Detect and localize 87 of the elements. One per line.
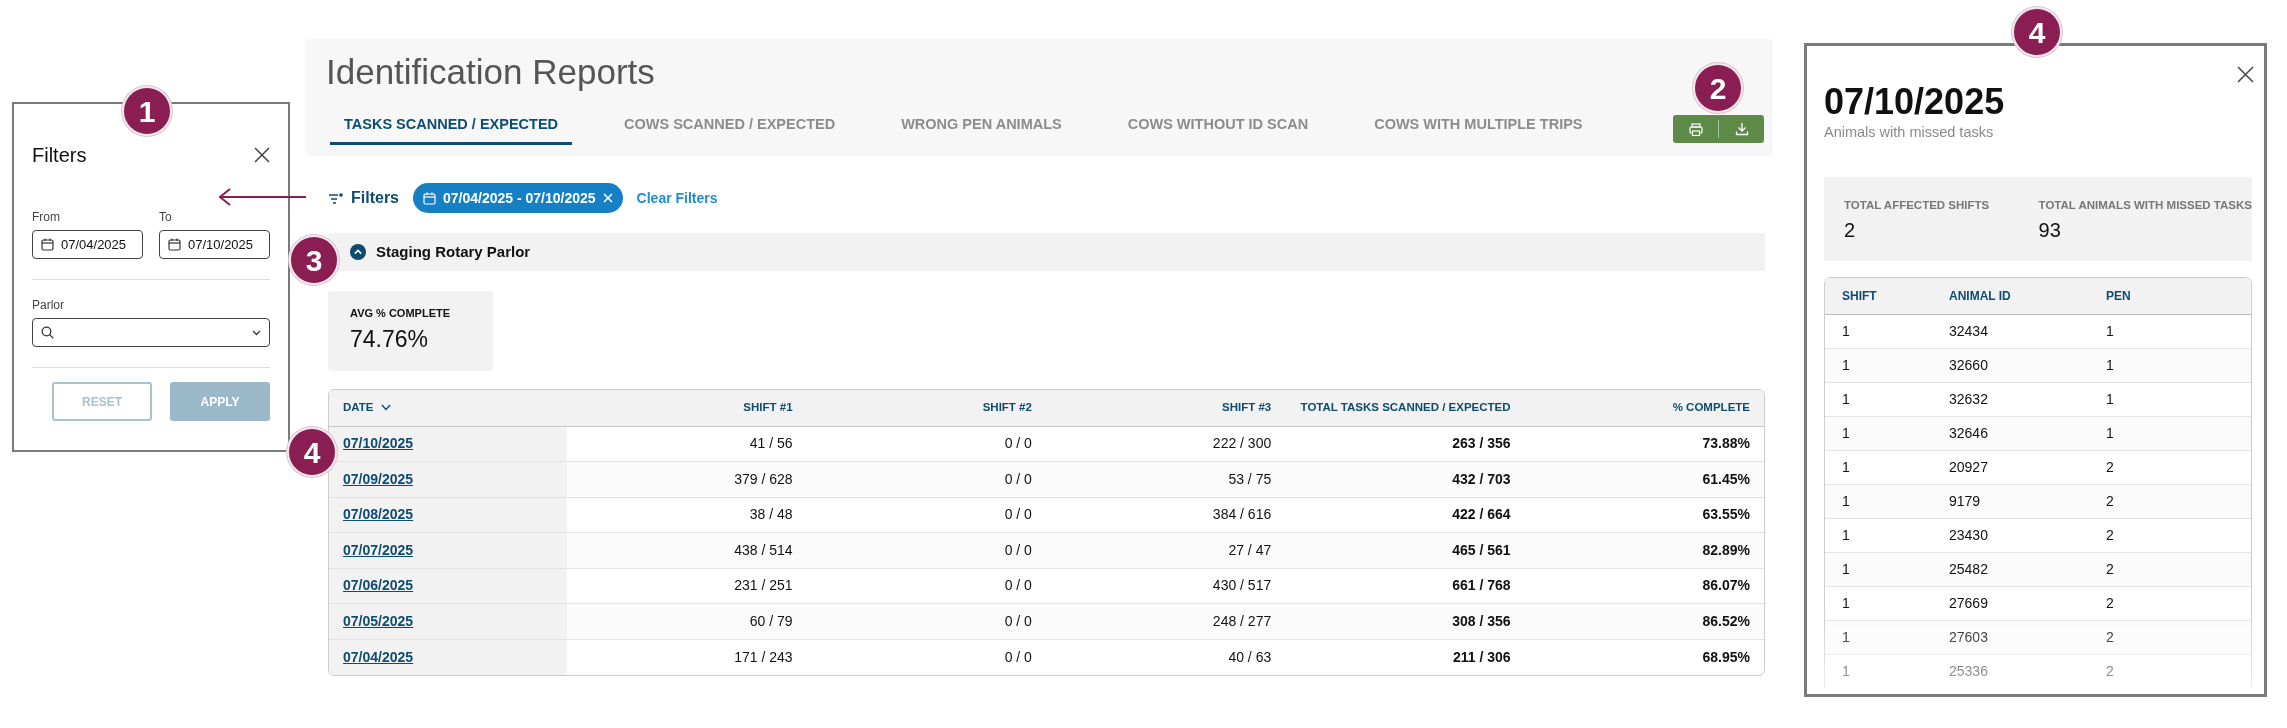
table-cell: 379 / 628 — [567, 461, 807, 497]
table-cell: 308 / 356 — [1285, 603, 1525, 639]
table-cell: 1 — [1825, 416, 1932, 451]
stat-value: 93 — [2038, 217, 2062, 243]
table-cell: 60 / 79 — [567, 603, 807, 639]
calendar-icon — [41, 238, 54, 251]
panel-title: Filters — [32, 143, 87, 168]
callout-badge: 3 — [289, 235, 339, 285]
remove-icon[interactable] — [602, 193, 613, 203]
callout-badge: 4 — [2012, 7, 2062, 57]
callout-badge: 1 — [122, 86, 172, 136]
table-cell: 432 / 703 — [1285, 461, 1525, 497]
close-icon — [2237, 66, 2254, 83]
download-icon — [1734, 122, 1749, 136]
column-header: SHIFT — [1825, 278, 1932, 315]
field-label: Parlor — [32, 297, 65, 314]
date-field[interactable]: 07/04/2025 — [32, 230, 143, 259]
table-cell: 1 — [2089, 416, 2251, 451]
stat-label: TOTAL AFFECTED SHIFTS — [1844, 198, 1991, 214]
filters-button[interactable]: Filters — [328, 186, 399, 210]
panel-title: 07/10/2025 — [1824, 82, 2006, 122]
table-cell: 1 — [1825, 552, 1932, 587]
column-header[interactable]: DATE — [329, 390, 568, 426]
table-cell: 61.45% — [1524, 461, 1764, 497]
table-cell: 211 / 306 — [1285, 639, 1525, 675]
filter-icon — [328, 192, 343, 204]
export-button-group[interactable] — [1673, 115, 1764, 143]
table-cell: 1 — [2089, 348, 2251, 383]
field-label: From — [32, 209, 61, 226]
page-title: Identification Reports — [326, 53, 655, 92]
date-link[interactable]: 07/04/2025 — [343, 648, 414, 665]
table-cell: 438 / 514 — [567, 532, 807, 568]
calendar-icon — [168, 238, 181, 251]
table-cell: 171 / 243 — [567, 639, 807, 675]
search-icon — [41, 326, 54, 339]
callout-badge: 4 — [287, 427, 337, 477]
table-cell: 0 / 0 — [806, 603, 1046, 639]
clear-filters-link[interactable]: Clear Filters — [636, 187, 718, 209]
date-link[interactable]: 07/05/2025 — [343, 612, 414, 629]
column-header: SHIFT #1 — [567, 390, 807, 426]
table-cell: 1 — [1825, 484, 1932, 519]
date-link[interactable]: 07/07/2025 — [343, 541, 414, 558]
table-cell: 248 / 277 — [1045, 603, 1286, 639]
table-cell: 1 — [1825, 348, 1932, 383]
field-label: To — [159, 209, 173, 226]
stat-value: 74.76% — [350, 324, 429, 354]
column-header: TOTAL TASKS SCANNED / EXPECTED — [1285, 390, 1525, 426]
table-cell: 0 / 0 — [806, 461, 1046, 497]
table-cell: 32646 — [1932, 416, 2089, 451]
caret-icon — [252, 329, 261, 336]
table-cell: 465 / 561 — [1285, 532, 1525, 568]
table-cell: 25482 — [1932, 552, 2089, 587]
table-cell: 0 / 0 — [806, 532, 1046, 568]
stat-label: TOTAL ANIMALS WITH MISSED TASKS — [2038, 198, 2252, 214]
stat-label: AVG % COMPLETE — [350, 306, 452, 321]
column-header: SHIFT #3 — [1045, 390, 1286, 426]
table-cell: 2 — [2089, 484, 2251, 519]
panel-subtitle: Animals with missed tasks — [1824, 122, 1995, 142]
table-cell: 2 — [2089, 552, 2251, 587]
table-cell: 40 / 63 — [1045, 639, 1286, 675]
table-cell: 27 / 47 — [1045, 532, 1286, 568]
table-cell: 86.52% — [1524, 603, 1764, 639]
table-cell: 0 / 0 — [806, 639, 1046, 675]
table-cell: 68.95% — [1524, 639, 1764, 675]
table-cell: 82.89% — [1524, 532, 1764, 568]
section-header[interactable]: Staging Rotary Parlor — [328, 233, 1765, 271]
table-cell: 32660 — [1932, 348, 2089, 383]
date-link[interactable]: 07/09/2025 — [343, 470, 414, 487]
column-header: PEN — [2089, 278, 2251, 315]
date-link[interactable]: 07/08/2025 — [343, 506, 414, 523]
report-tab[interactable]: TASKS SCANNED / EXPECTED — [330, 105, 573, 146]
parlor-select[interactable] — [32, 318, 270, 347]
calendar-icon — [423, 191, 436, 205]
filter-chip[interactable]: 07/04/2025 - 07/10/2025 — [413, 183, 623, 213]
date-link[interactable]: 07/06/2025 — [343, 577, 414, 594]
close-button[interactable] — [254, 147, 270, 163]
date-link[interactable]: 07/10/2025 — [343, 435, 414, 452]
printer-icon — [1688, 122, 1703, 136]
table-cell: 9179 — [1932, 484, 2089, 519]
column-header: ANIMAL ID — [1932, 278, 2089, 315]
stat-value: 2 — [1844, 217, 1857, 243]
date-field[interactable]: 07/10/2025 — [159, 230, 270, 259]
table-cell: 53 / 75 — [1045, 461, 1286, 497]
column-header: SHIFT #2 — [806, 390, 1046, 426]
close-icon — [254, 147, 270, 163]
column-header: % COMPLETE — [1524, 390, 1764, 426]
close-button[interactable] — [2237, 66, 2254, 83]
